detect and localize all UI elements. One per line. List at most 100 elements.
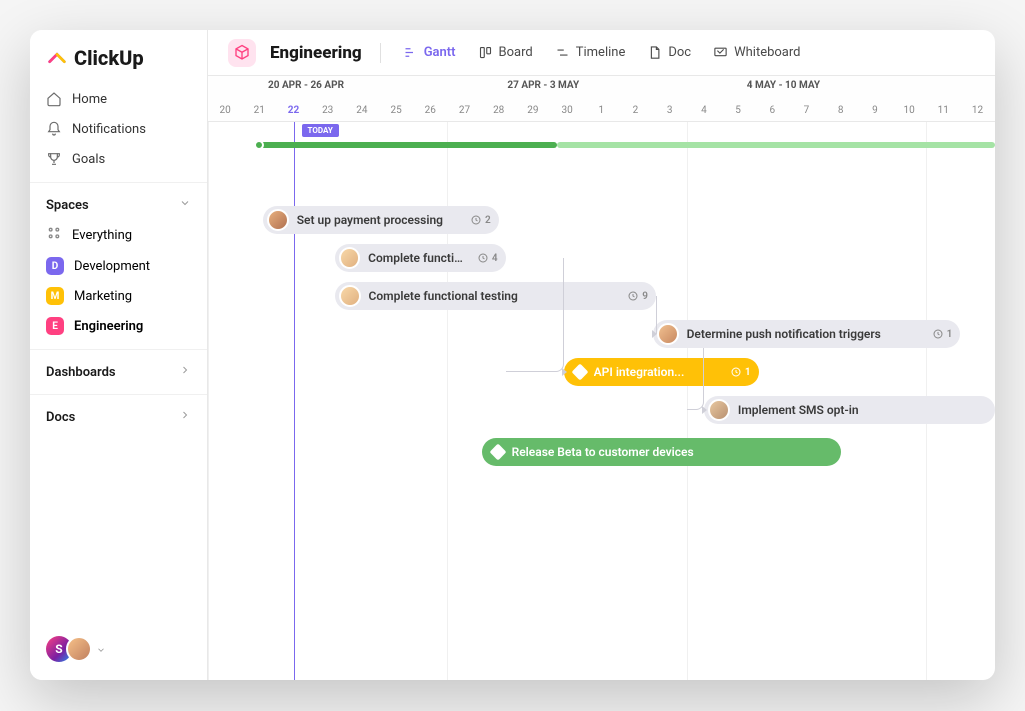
- section-label: Spaces: [46, 198, 89, 213]
- day-cell: 29: [516, 98, 550, 122]
- day-cell: 20: [208, 98, 242, 122]
- view-tab-doc[interactable]: Doc: [643, 41, 695, 64]
- task-label: Release Beta to customer devices: [512, 445, 694, 459]
- view-label: Gantt: [424, 45, 456, 60]
- nav-home[interactable]: Home: [30, 84, 207, 114]
- week-label: 4 MAY - 10 MAY: [747, 80, 820, 91]
- task-label: API integration...: [594, 365, 685, 379]
- bell-icon: [46, 121, 62, 137]
- task-label: Set up payment processing: [297, 213, 443, 227]
- gantt-area[interactable]: TODAY Set up payment processing2 Complete …: [208, 122, 995, 680]
- task-bar-t3[interactable]: Complete functional testing9: [335, 282, 656, 310]
- progress-track: [259, 142, 557, 148]
- sidebar: ClickUp Home Notifications Goals Spaces: [30, 30, 208, 680]
- view-tab-timeline[interactable]: Timeline: [551, 41, 630, 64]
- nav-label: Home: [72, 92, 107, 107]
- day-cell: 12: [960, 98, 994, 122]
- diamond-icon: [571, 364, 588, 381]
- day-cell: 1: [584, 98, 618, 122]
- task-bar-t4[interactable]: Determine push notification triggers1: [653, 320, 961, 348]
- day-cell: 6: [755, 98, 789, 122]
- section-docs[interactable]: Docs: [30, 394, 207, 431]
- chevron-down-icon: [96, 640, 106, 659]
- task-bar-t6[interactable]: Implement SMS opt-in: [704, 396, 995, 424]
- task-avatar: [267, 209, 289, 231]
- timeline-header: 20 APR - 26 APR 27 APR - 3 MAY 4 MAY - 10 …: [208, 76, 995, 122]
- space-everything[interactable]: Everything: [30, 219, 207, 251]
- space-label: Engineering: [74, 319, 143, 334]
- board-icon: [478, 45, 493, 60]
- view-tab-gantt[interactable]: Gantt: [399, 41, 460, 64]
- chevron-right-icon: [179, 364, 191, 380]
- task-avatar: [339, 285, 361, 307]
- view-label: Whiteboard: [734, 45, 800, 60]
- day-cell: 22: [276, 98, 310, 122]
- day-cell: 27: [447, 98, 481, 122]
- trophy-icon: [46, 151, 62, 167]
- task-avatar: [708, 399, 730, 421]
- task-bar-t2[interactable]: Complete functio... 4: [335, 244, 506, 272]
- day-cell: 26: [413, 98, 447, 122]
- task-label: Determine push notification triggers: [687, 327, 881, 341]
- section-spaces[interactable]: Spaces: [30, 182, 207, 219]
- section-label: Dashboards: [46, 365, 116, 380]
- day-cell: 30: [550, 98, 584, 122]
- clickup-logo-icon: [46, 47, 68, 69]
- subtask-count: 1: [730, 366, 751, 378]
- progress-dot: [254, 140, 264, 150]
- view-label: Timeline: [576, 45, 626, 60]
- home-icon: [46, 91, 62, 107]
- space-label: Marketing: [74, 289, 132, 304]
- task-bar-t7[interactable]: Release Beta to customer devices: [482, 438, 841, 466]
- task-avatar: [657, 323, 679, 345]
- day-cell: 9: [858, 98, 892, 122]
- space-icon: [228, 39, 256, 67]
- task-bar-t5[interactable]: API integration... 1: [564, 358, 759, 386]
- day-cell: 21: [242, 98, 276, 122]
- day-cell: 3: [653, 98, 687, 122]
- day-cell: 8: [824, 98, 858, 122]
- day-cell: 7: [789, 98, 823, 122]
- task-label: Complete functio...: [368, 251, 469, 265]
- space-marketing[interactable]: M Marketing: [30, 281, 207, 311]
- dependency-line: [656, 296, 657, 334]
- main-content: Engineering Gantt Board Timeline Doc Whi…: [208, 30, 995, 680]
- view-tab-board[interactable]: Board: [474, 41, 537, 64]
- dependency-line: [687, 348, 704, 410]
- nav-notifications[interactable]: Notifications: [30, 114, 207, 144]
- task-bar-t1[interactable]: Set up payment processing2: [263, 206, 499, 234]
- dependency-arrow: [702, 406, 707, 414]
- gantt-icon: [403, 45, 418, 60]
- week-row: 20 APR - 26 APR 27 APR - 3 MAY 4 MAY - 10 …: [208, 76, 995, 98]
- divider: [380, 43, 381, 63]
- task-label: Implement SMS opt-in: [738, 403, 859, 417]
- dependency-arrow: [562, 368, 567, 376]
- week-label: 27 APR - 3 MAY: [507, 80, 579, 91]
- progress-track: [557, 142, 995, 148]
- space-badge: M: [46, 287, 64, 305]
- nav-goals[interactable]: Goals: [30, 144, 207, 174]
- space-engineering[interactable]: E Engineering: [30, 311, 207, 341]
- everything-icon: [46, 225, 62, 245]
- day-cell: 25: [379, 98, 413, 122]
- timeline-icon: [555, 45, 570, 60]
- section-dashboards[interactable]: Dashboards: [30, 349, 207, 386]
- day-row: 2021222324252627282930123456789101112: [208, 98, 995, 122]
- view-tab-whiteboard[interactable]: Whiteboard: [709, 41, 804, 64]
- subtask-count: 4: [477, 252, 498, 264]
- nav-label: Goals: [72, 152, 105, 167]
- sidebar-user-cluster[interactable]: S: [46, 636, 106, 662]
- grid-line: [208, 122, 209, 680]
- brand-name: ClickUp: [74, 46, 144, 70]
- view-label: Doc: [668, 45, 691, 60]
- today-badge: TODAY: [302, 124, 339, 137]
- week-label: 20 APR - 26 APR: [268, 80, 344, 91]
- day-cell: 11: [926, 98, 960, 122]
- nav-label: Notifications: [72, 122, 146, 137]
- page-title: Engineering: [270, 43, 362, 63]
- space-development[interactable]: D Development: [30, 251, 207, 281]
- space-label: Development: [74, 259, 150, 274]
- subtask-count: 9: [627, 290, 648, 302]
- dependency-arrow: [652, 330, 657, 338]
- brand-logo[interactable]: ClickUp: [30, 46, 207, 84]
